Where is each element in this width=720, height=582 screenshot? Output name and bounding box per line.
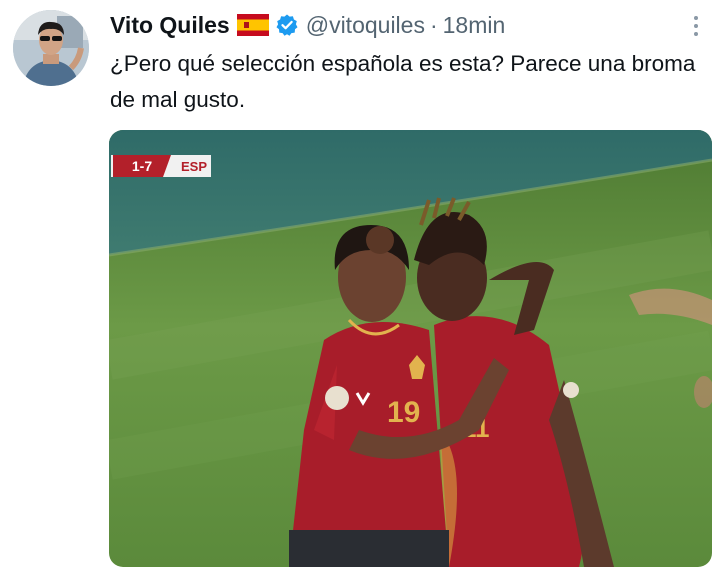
- jersey-number-left: 19: [387, 396, 420, 429]
- author-name[interactable]: Vito Quiles: [110, 12, 230, 39]
- score-text: 1-7: [132, 158, 152, 174]
- more-options-icon[interactable]: [688, 12, 704, 40]
- tweet-timestamp[interactable]: 18min: [443, 12, 506, 39]
- spain-flag-icon: [236, 14, 269, 36]
- team-code: ESP: [181, 159, 207, 174]
- tweet-text: ¿Pero qué selección española es esta? Pa…: [110, 51, 696, 112]
- verified-badge-icon: [275, 13, 299, 37]
- header-separator: ·: [429, 11, 438, 38]
- score-badge: 1-7 ESP: [111, 155, 211, 177]
- tweet-header: Vito Quiles @vitoquiles · 18min: [110, 10, 505, 40]
- tweet-media-image[interactable]: 1-7 ESP 11 19: [109, 130, 712, 567]
- avatar-image: [13, 10, 89, 86]
- author-handle[interactable]: @vitoquiles: [306, 12, 425, 39]
- author-avatar[interactable]: [13, 10, 89, 86]
